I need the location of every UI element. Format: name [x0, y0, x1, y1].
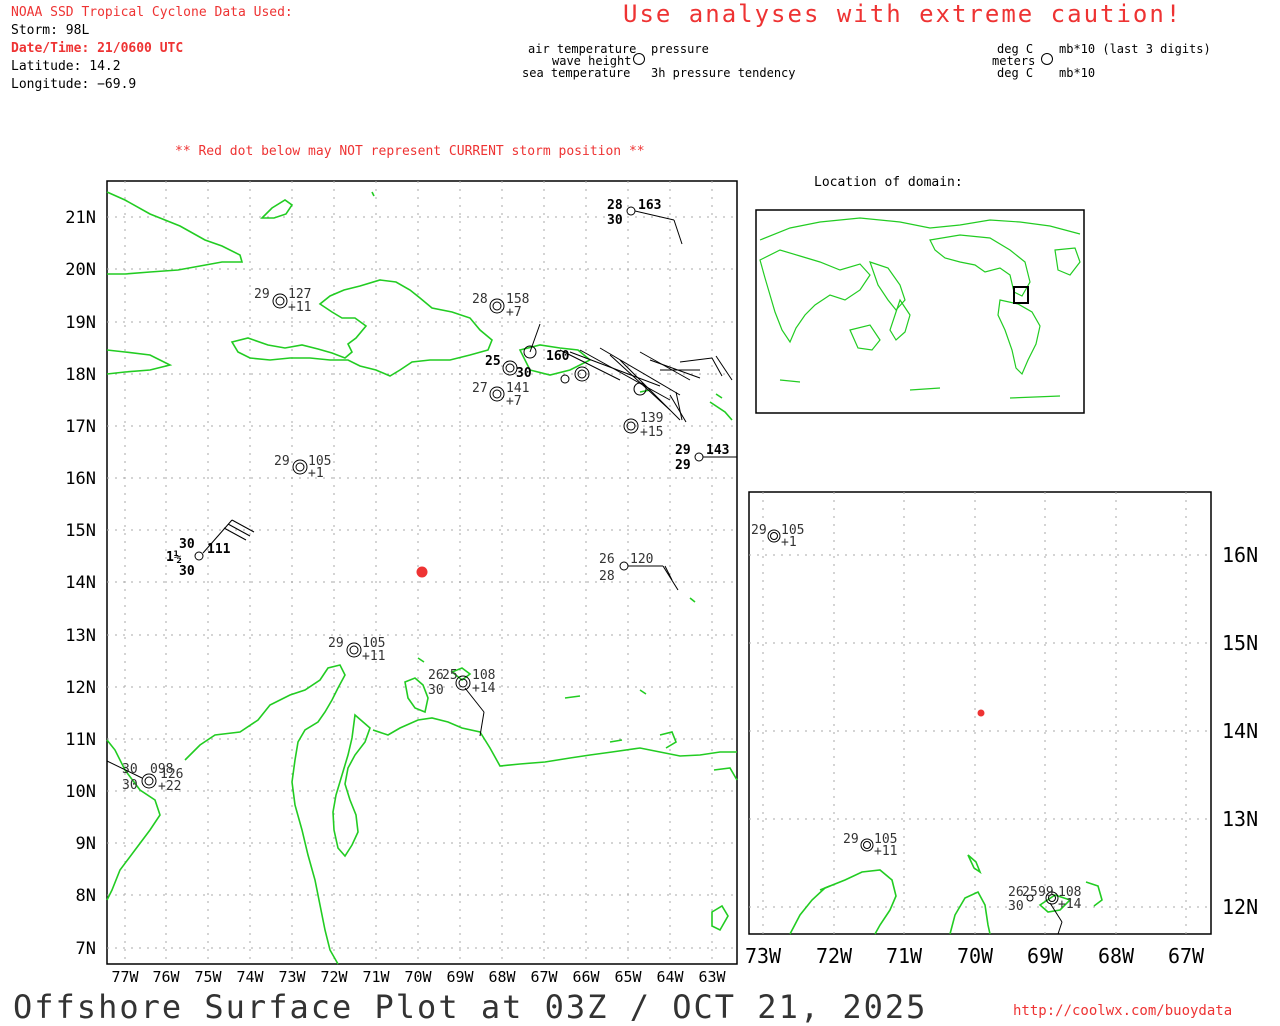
lon-label: 77W	[111, 968, 139, 986]
lat-label: 9N	[76, 834, 96, 854]
inset-station-label: +1	[781, 535, 797, 550]
station-label: 26	[599, 552, 615, 567]
station-label: 163	[638, 198, 661, 213]
station-label: +11	[288, 300, 311, 315]
inset-lon-label: 70W	[957, 944, 994, 968]
lat-label: 13N	[65, 626, 96, 646]
inset-lon-label: 71W	[886, 944, 923, 968]
world-locator-map	[755, 209, 1085, 414]
inset-lon-label: 72W	[816, 944, 853, 968]
station-label: 25	[485, 354, 501, 369]
station-label: 27	[472, 381, 488, 396]
main-lon-axis: 77W 76W 75W 74W 73W 72W 71W 70W 69W 68W …	[111, 968, 726, 986]
station-label: 30	[516, 366, 532, 381]
station-label: 28	[599, 569, 615, 584]
lat-label: 18N	[65, 365, 96, 385]
source-url-link[interactable]: http://coolwx.com/buoydata	[1013, 1003, 1232, 1019]
lon-label: 64W	[656, 968, 684, 986]
station-label: 160	[546, 349, 570, 364]
station-label: 111	[207, 542, 231, 557]
lon-label: 74W	[236, 968, 264, 986]
inset-station-label: 29	[843, 832, 859, 847]
lat-label: 21N	[65, 208, 96, 228]
lon-label: 75W	[194, 968, 222, 986]
inset-lat-label: 14N	[1222, 719, 1258, 743]
lon-label: 72W	[320, 968, 348, 986]
station-label: +7	[506, 394, 522, 409]
lat-label: 16N	[65, 469, 96, 489]
lat-label: 15N	[65, 521, 96, 541]
lat-label: 8N	[76, 886, 96, 906]
main-lat-axis: 21N 20N 19N 18N 17N 16N 15N 14N 13N 12N …	[65, 208, 96, 959]
station-label: 29	[328, 636, 344, 651]
lon-label: 73W	[278, 968, 306, 986]
station-label: 30	[179, 564, 195, 579]
station-label: 29	[675, 443, 691, 458]
inset-station-label: 29	[751, 523, 767, 538]
inset-lon-label: 68W	[1098, 944, 1135, 968]
inset-lat-label: 16N	[1222, 543, 1258, 567]
lat-label: 20N	[65, 260, 96, 280]
station-label: 28	[607, 198, 623, 213]
inset-lat-label: 15N	[1222, 631, 1258, 655]
plot-title: Offshore Surface Plot at 03Z / OCT 21, 2…	[13, 988, 928, 1026]
inset-storm-dot	[977, 709, 985, 717]
lat-label: 12N	[65, 678, 96, 698]
station-label: 30	[428, 683, 444, 698]
station-label: 29	[675, 458, 691, 473]
coastline-main	[106, 191, 738, 965]
station-label: 1½	[166, 550, 182, 565]
station-label: +15	[640, 425, 663, 440]
inset-lon-label: 69W	[1027, 944, 1064, 968]
station-label: 28	[472, 292, 488, 307]
inset-station-label: +14	[1058, 897, 1082, 912]
inset-lat-axis: 16N 15N 14N 13N 12N	[1222, 543, 1258, 919]
station-label: 139	[640, 411, 663, 426]
station-label: 30	[122, 762, 138, 777]
inset-station-label: +11	[874, 844, 897, 859]
station-label: +11	[362, 649, 385, 664]
station-label: +7	[506, 305, 522, 320]
main-map-station-labels: 29 127 +11 28 158 +7 27 141 +7 29 105 +1…	[122, 198, 729, 794]
storm-position-dot	[416, 566, 428, 578]
station-label: 143	[706, 443, 729, 458]
lat-label: 11N	[65, 730, 96, 750]
lon-label: 70W	[404, 968, 432, 986]
lat-label: 17N	[65, 417, 96, 437]
inset-station-label: 25	[1022, 885, 1038, 900]
lon-label: 68W	[488, 968, 516, 986]
station-label: 30	[607, 213, 623, 228]
lat-label: 14N	[65, 573, 96, 593]
station-circle	[272, 293, 288, 309]
lon-label: 71W	[362, 968, 390, 986]
station-label: 25	[442, 668, 458, 683]
main-map-stations	[106, 206, 737, 789]
inset-lon-label: 73W	[745, 944, 782, 968]
inset-station-label: 99	[1038, 885, 1054, 900]
station-label: 29	[274, 454, 290, 469]
station-label: +1	[308, 466, 324, 481]
lon-label: 69W	[446, 968, 474, 986]
station-label: 29	[254, 287, 270, 302]
station-label: +22	[158, 779, 181, 794]
lon-label: 66W	[572, 968, 600, 986]
lon-label: 63W	[698, 968, 726, 986]
lon-label: 76W	[152, 968, 180, 986]
inset-lon-axis: 73W 72W 71W 70W 69W 68W 67W	[745, 944, 1205, 968]
main-map: 29 127 +11 28 158 +7 27 141 +7 29 105 +1…	[65, 180, 1258, 986]
inset-map: 29 105 +1 29 105 +11 26 25 99 108 30 +14…	[745, 491, 1258, 968]
lat-label: 19N	[65, 313, 96, 333]
inset-lat-label: 13N	[1222, 807, 1258, 831]
station-label: 30	[122, 778, 138, 793]
inset-lat-label: 12N	[1222, 895, 1258, 919]
lon-label: 65W	[614, 968, 642, 986]
inset-station-label: 30	[1008, 899, 1024, 914]
station-label: 120	[630, 552, 653, 567]
lat-label: 10N	[65, 782, 96, 802]
station-label: +14	[472, 681, 496, 696]
lat-label: 7N	[76, 939, 96, 959]
lon-label: 67W	[530, 968, 558, 986]
inset-lon-label: 67W	[1168, 944, 1205, 968]
